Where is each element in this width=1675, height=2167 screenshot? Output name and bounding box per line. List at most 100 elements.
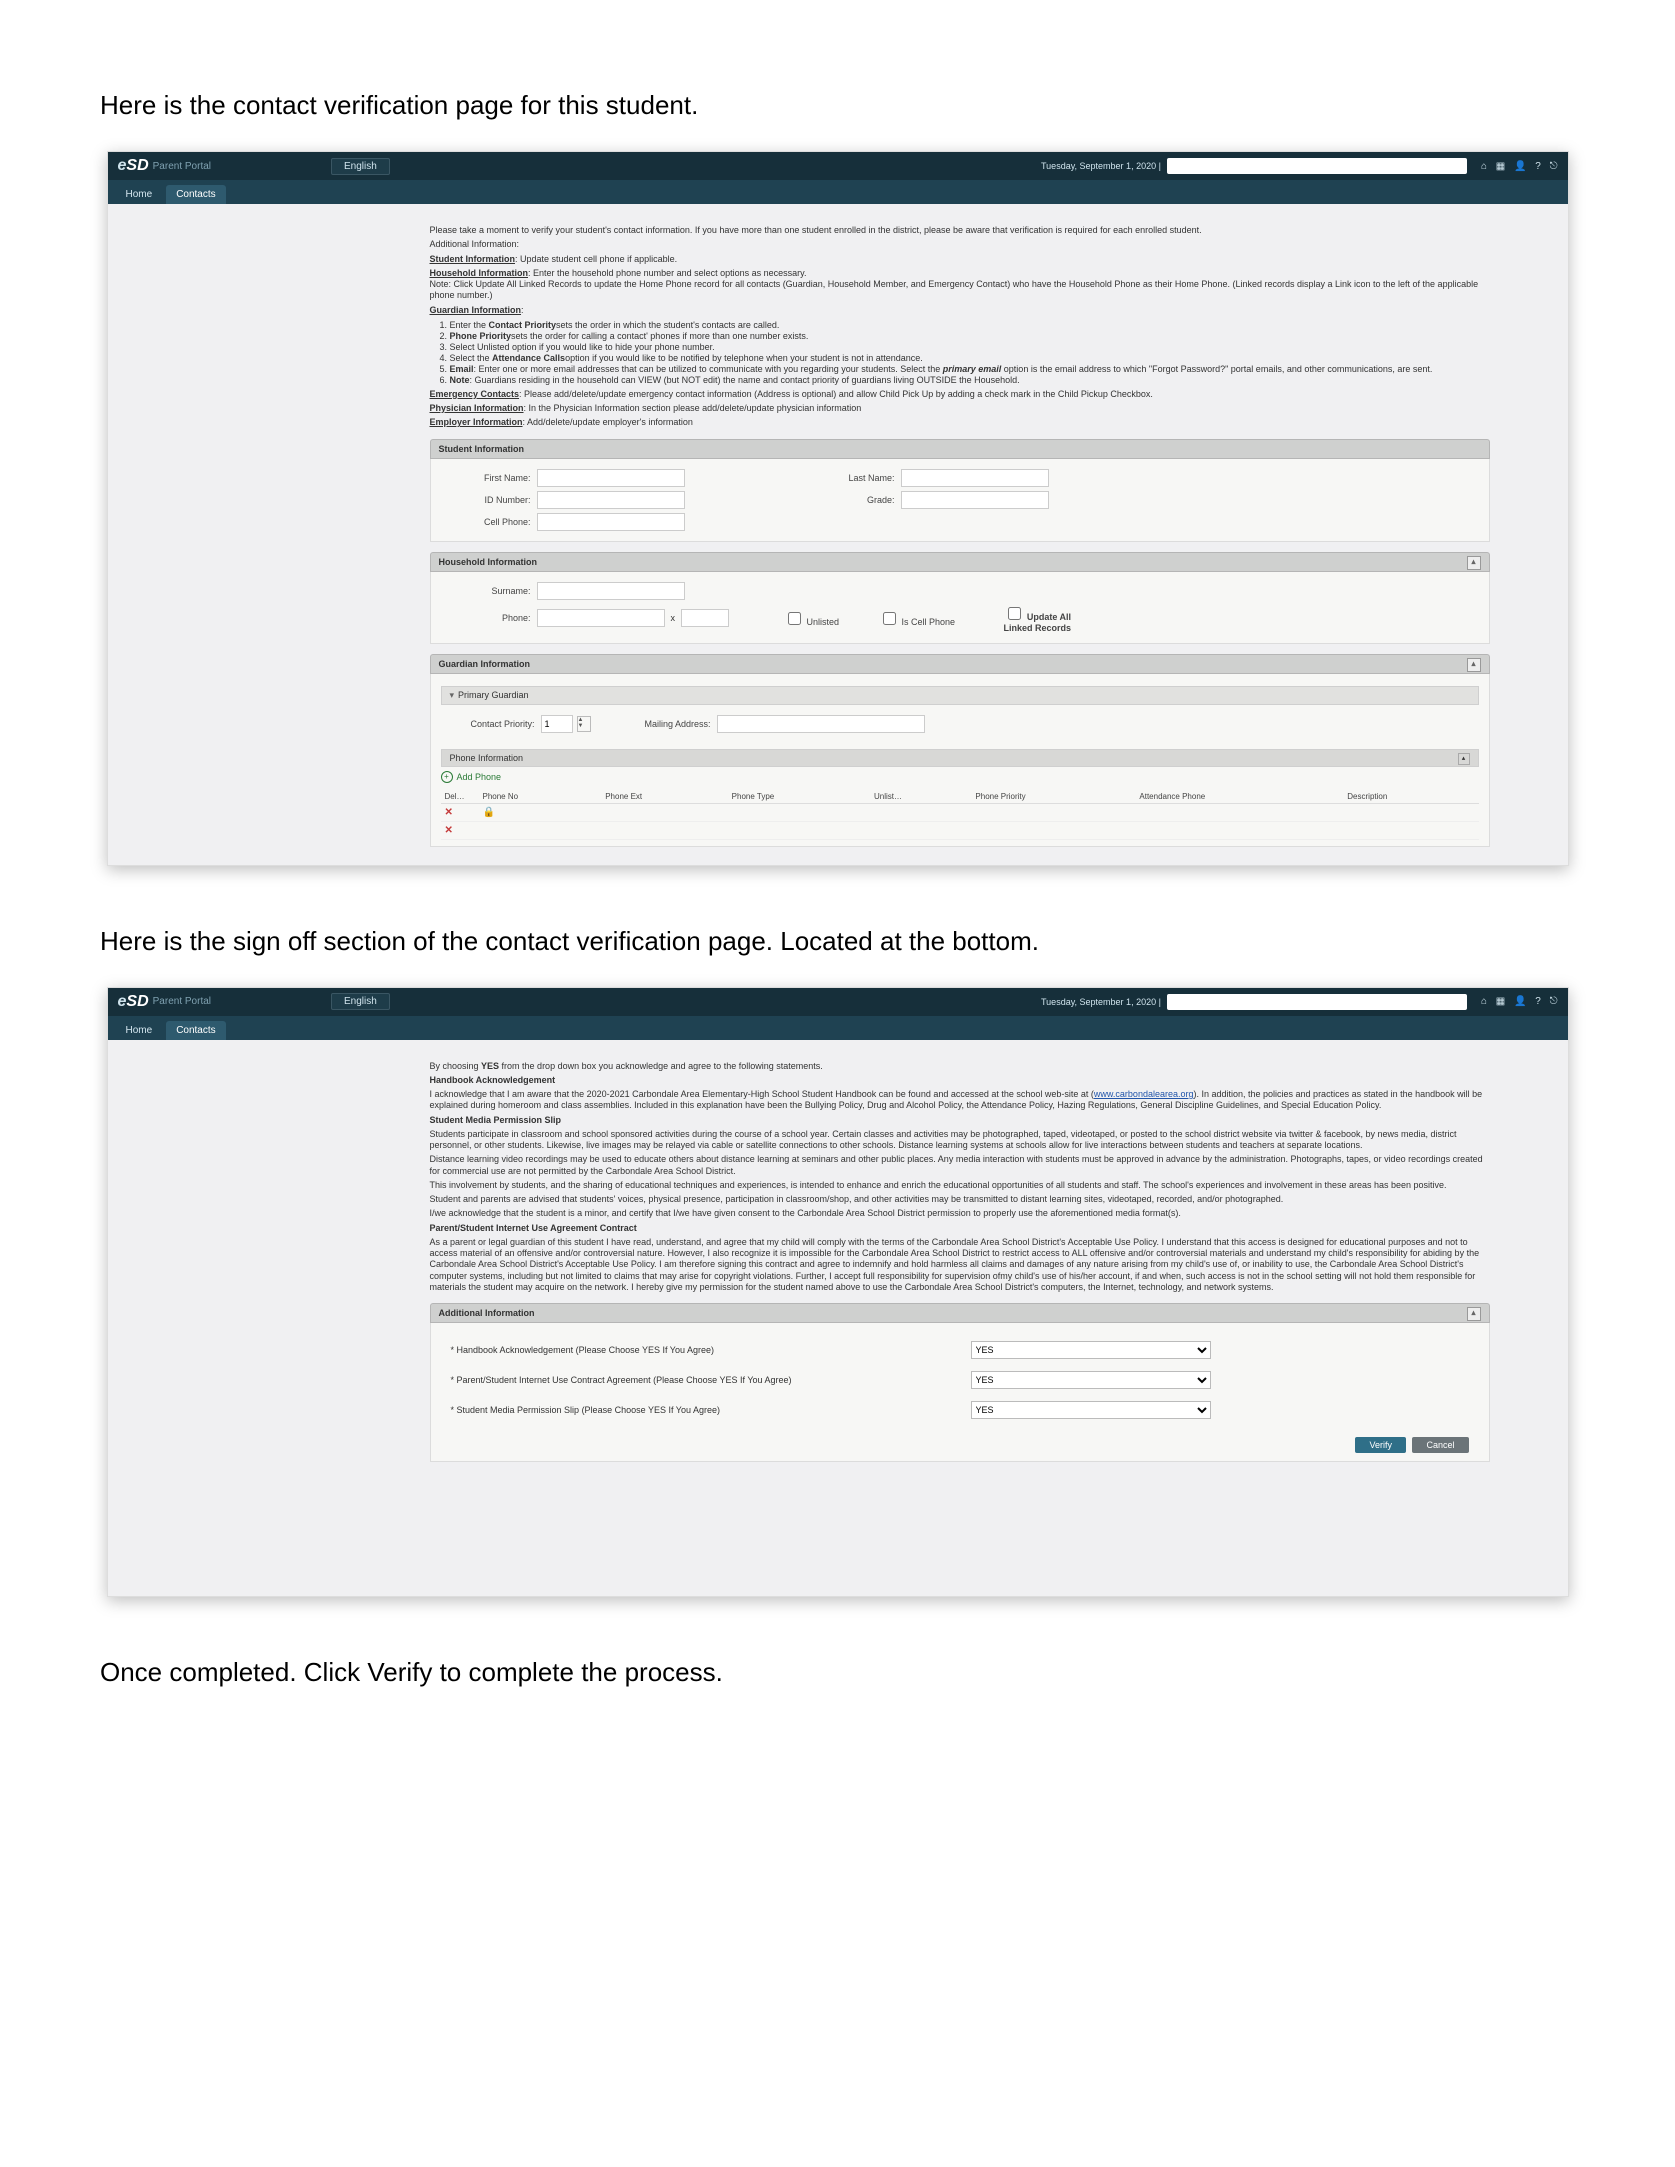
delete-icon[interactable]: ✕ [445, 825, 453, 836]
media-p1: Students participate in classroom and sc… [430, 1129, 1490, 1152]
menu-home[interactable]: Home [116, 185, 163, 204]
internet-title: Parent/Student Internet Use Agreement Co… [430, 1223, 1490, 1234]
grade-field[interactable] [901, 491, 1049, 509]
menu-bar: Home Contacts [108, 1016, 1568, 1040]
panel-additional-header: Additional Information ▴ [430, 1303, 1490, 1323]
media-p3: This involvement by students, and the sh… [430, 1180, 1490, 1191]
physician-label: Physician Information [430, 403, 524, 413]
collapse-icon[interactable]: ▴ [1467, 1307, 1481, 1321]
emergency-label: Emergency Contacts [430, 389, 520, 399]
language-selector[interactable]: English [331, 158, 390, 175]
phone-label: Phone: [441, 613, 531, 623]
handbook-link[interactable]: www.carbondalearea.org [1094, 1089, 1194, 1099]
primary-guardian-header: ▾Primary Guardian [441, 686, 1479, 705]
delete-icon[interactable]: ✕ [445, 807, 453, 818]
contact-priority-label: Contact Priority: [445, 719, 535, 729]
logo-subtitle: Parent Portal [153, 996, 211, 1007]
grid-icon[interactable]: ▦ [1496, 996, 1505, 1007]
menu-home[interactable]: Home [116, 1021, 163, 1040]
media-p4: Student and parents are advised that stu… [430, 1194, 1490, 1205]
mailing-field[interactable] [717, 715, 925, 733]
date-label: Tuesday, September 1, 2020 | [1041, 161, 1161, 171]
phone-table: Del… Phone No Phone Ext Phone Type Unlis… [441, 790, 1479, 840]
agree-internet-label: * Parent/Student Internet Use Contract A… [451, 1375, 971, 1385]
agree-media-select[interactable]: YES [971, 1401, 1211, 1419]
agree-internet-select[interactable]: YES [971, 1371, 1211, 1389]
panel-student-body: First Name: Last Name: ID Number: Grade: [430, 459, 1490, 542]
screenshot-contact-verification: eSD Parent Portal English Tuesday, Septe… [107, 151, 1569, 866]
agree-handbook-select[interactable]: YES [971, 1341, 1211, 1359]
updateall-checkbox[interactable] [1008, 607, 1021, 620]
portal-top-bar: eSD Parent Portal English Tuesday, Septe… [108, 152, 1568, 180]
household-info-underlined: Household Information [430, 268, 529, 278]
collapse-icon[interactable]: ▴ [1467, 658, 1481, 672]
id-field[interactable] [537, 491, 685, 509]
panel-additional-body: * Handbook Acknowledgement (Please Choos… [430, 1323, 1490, 1462]
panel-household-body: Surname: Phone: x Unlisted Is Cell Phone… [430, 572, 1490, 644]
portal-body-1: Please take a moment to verify your stud… [108, 204, 1568, 865]
search-input[interactable] [1167, 994, 1467, 1010]
last-name-field[interactable] [901, 469, 1049, 487]
grid-icon[interactable]: ▦ [1496, 161, 1505, 172]
last-name-label: Last Name: [805, 473, 895, 483]
id-label: ID Number: [441, 495, 531, 505]
media-p2: Distance learning video recordings may b… [430, 1154, 1490, 1177]
agree-intro: By choosing YES from the drop down box y… [430, 1061, 1490, 1072]
cell-field[interactable] [537, 513, 685, 531]
user-icon[interactable]: 👤 [1514, 161, 1526, 172]
surname-label: Surname: [441, 586, 531, 596]
household-phone-field[interactable] [537, 609, 665, 627]
collapse-icon[interactable]: ▴ [1467, 556, 1481, 570]
search-input[interactable] [1167, 158, 1467, 174]
menu-contacts[interactable]: Contacts [166, 185, 225, 204]
first-name-field[interactable] [537, 469, 685, 487]
help-icon[interactable]: ? [1535, 161, 1541, 172]
help-icon[interactable]: ? [1535, 996, 1541, 1007]
add-phone-link[interactable]: + Add Phone [441, 771, 502, 783]
student-info-line: Student Information: Update student cell… [430, 254, 1490, 265]
mailing-label: Mailing Address: [621, 719, 711, 729]
language-selector[interactable]: English [331, 993, 390, 1010]
table-row: ✕ [441, 821, 1479, 839]
table-row: ✕ 🔒 [441, 803, 1479, 821]
unlisted-checkbox[interactable] [788, 612, 801, 625]
panel-guardian-header: Guardian Information ▴ [430, 654, 1490, 674]
panel-household-header: Household Information ▴ [430, 552, 1490, 572]
home-icon[interactable]: ⌂ [1481, 161, 1487, 172]
logo: eSD [118, 157, 149, 175]
portal-body-2: By choosing YES from the drop down box y… [108, 1040, 1568, 1596]
household-info-line: Household Information: Enter the househo… [430, 268, 1490, 302]
menu-bar: Home Contacts [108, 180, 1568, 204]
household-ext-field[interactable] [681, 609, 729, 627]
grade-label: Grade: [805, 495, 895, 505]
first-name-label: First Name: [441, 473, 531, 483]
logo-subtitle: Parent Portal [153, 161, 211, 172]
verify-button[interactable]: Verify [1355, 1437, 1406, 1453]
phone-info-header: Phone Information ▴ [441, 749, 1479, 767]
logo-main: SD [126, 157, 148, 174]
home-icon[interactable]: ⌂ [1481, 996, 1487, 1007]
intro-text: Please take a moment to verify your stud… [430, 225, 1490, 236]
guardian-steps: Enter the Contact Prioritysets the order… [450, 320, 1490, 385]
logout-icon[interactable]: ⎋ [1550, 996, 1558, 1007]
iscell-checkbox[interactable] [883, 612, 896, 625]
portal-top-bar: eSD Parent Portal English Tuesday, Septe… [108, 988, 1568, 1016]
media-title: Student Media Permission Slip [430, 1115, 1490, 1126]
agree-media-label: * Student Media Permission Slip (Please … [451, 1405, 971, 1415]
contact-priority-field[interactable] [541, 715, 573, 733]
agree-handbook-label: * Handbook Acknowledgement (Please Choos… [451, 1345, 971, 1355]
user-icon[interactable]: 👤 [1514, 996, 1526, 1007]
media-p5: I/we acknowledge that the student is a m… [430, 1208, 1490, 1219]
lock-icon: 🔒 [483, 807, 495, 818]
plus-icon: + [441, 771, 453, 783]
cancel-button[interactable]: Cancel [1412, 1437, 1468, 1453]
employer-label: Employer Information [430, 417, 523, 427]
caption-2: Here is the sign off section of the cont… [100, 926, 1575, 957]
panel-student-header: Student Information [430, 439, 1490, 459]
logout-icon[interactable]: ⎋ [1550, 161, 1558, 172]
cell-label: Cell Phone: [441, 517, 531, 527]
caption-3: Once completed. Click Verify to complete… [100, 1657, 1575, 1688]
menu-contacts[interactable]: Contacts [166, 1021, 225, 1040]
logo: eSD [118, 993, 149, 1011]
surname-field[interactable] [537, 582, 685, 600]
